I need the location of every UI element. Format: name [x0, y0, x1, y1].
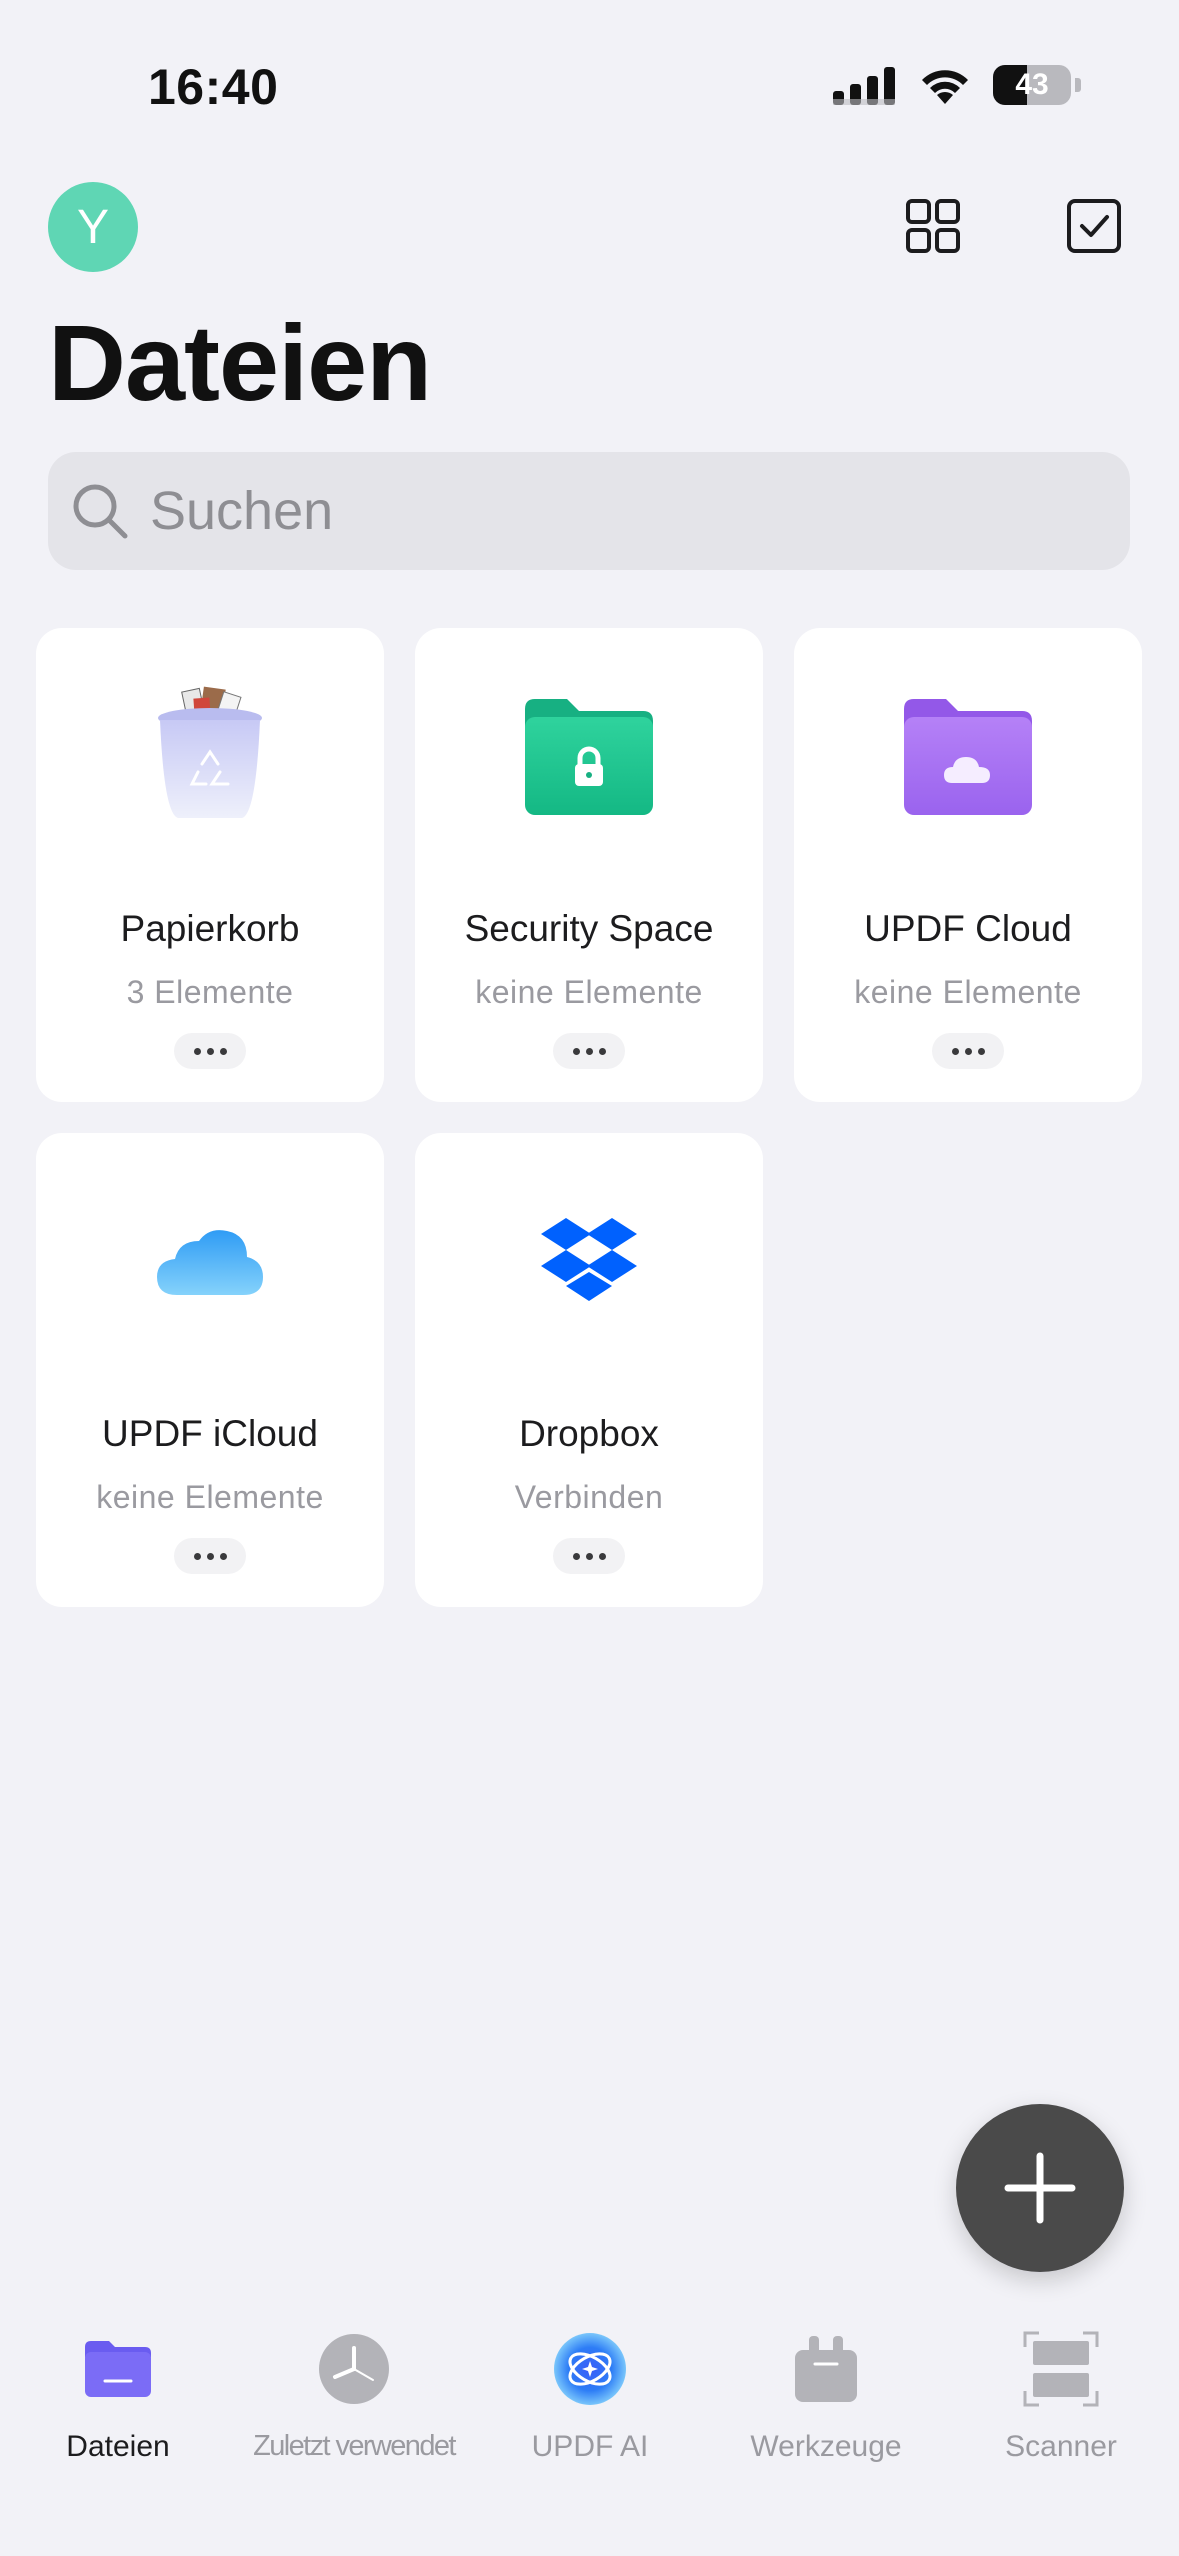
card-subtitle: keine Elemente: [854, 974, 1082, 1010]
card-title: Papierkorb: [120, 908, 300, 949]
card-subtitle: keine Elemente: [96, 1479, 324, 1515]
card-subtitle: keine Elemente: [475, 974, 703, 1010]
lock-folder-icon: [525, 699, 653, 815]
ai-icon: [554, 2333, 626, 2405]
tab-label: Dateien: [66, 2430, 170, 2463]
avatar-letter: Y: [76, 200, 109, 254]
card-title: Security Space: [464, 908, 714, 949]
tab-scanner[interactable]: Scanner: [943, 2326, 1179, 2496]
status-time: 16:40: [148, 59, 279, 115]
card-title: UPDF iCloud: [102, 1413, 318, 1454]
status-icons: 43: [833, 64, 1081, 106]
tab-updf-ai[interactable]: UPDF AI: [472, 2326, 708, 2496]
scanner-icon: [1023, 2331, 1099, 2407]
card-security-space[interactable]: Security Space keine Elemente: [415, 628, 763, 1102]
toolbox-icon: [795, 2336, 857, 2402]
search-bar[interactable]: [48, 452, 1130, 570]
more-button[interactable]: [932, 1033, 1004, 1069]
card-title: UPDF Cloud: [864, 908, 1072, 949]
wifi-icon: [922, 70, 968, 104]
grid-icon: [906, 199, 960, 253]
tab-label: Werkzeuge: [750, 2430, 902, 2463]
tab-label: Zuletzt verwendet: [253, 2430, 456, 2462]
more-button[interactable]: [553, 1538, 625, 1574]
tab-files[interactable]: Dateien: [0, 2326, 236, 2496]
battery-level: 43: [1015, 68, 1049, 101]
select-button[interactable]: [1064, 196, 1124, 256]
card-updf-cloud[interactable]: UPDF Cloud keine Elemente: [794, 628, 1142, 1102]
card-subtitle: 3 Elemente: [126, 974, 294, 1010]
card-subtitle: Verbinden: [514, 1479, 664, 1515]
grid-view-button[interactable]: [903, 196, 963, 256]
dropbox-icon: [541, 1218, 637, 1301]
cellular-signal-icon: [833, 67, 895, 105]
search-input[interactable]: [150, 480, 1050, 542]
more-button[interactable]: [174, 1538, 246, 1574]
tab-recent[interactable]: Zuletzt verwendet: [236, 2326, 472, 2496]
icloud-icon: [157, 1230, 263, 1295]
trash-icon: [158, 686, 262, 818]
tab-label: UPDF AI: [531, 2430, 649, 2463]
tab-tools[interactable]: Werkzeuge: [708, 2326, 944, 2496]
more-button[interactable]: [174, 1033, 246, 1069]
plus-icon: [1004, 2152, 1076, 2224]
battery-indicator: 43: [993, 65, 1071, 105]
card-trash[interactable]: Papierkorb 3 Elemente: [36, 628, 384, 1102]
cloud-folder-icon: [904, 699, 1032, 815]
clock-icon: [319, 2334, 389, 2404]
avatar[interactable]: Y: [48, 182, 138, 272]
card-updf-icloud[interactable]: UPDF iCloud keine Elemente: [36, 1133, 384, 1607]
add-button[interactable]: [956, 2104, 1124, 2272]
page-title: Dateien: [48, 302, 432, 423]
tab-label: Scanner: [1005, 2430, 1117, 2463]
more-button[interactable]: [553, 1033, 625, 1069]
folder-icon: [85, 2341, 151, 2397]
card-dropbox[interactable]: Dropbox Verbinden: [415, 1133, 763, 1607]
tab-bar: Dateien Zuletzt verwendet UPDF AI Werkze…: [0, 2310, 1179, 2556]
search-icon: [73, 484, 128, 539]
battery-cap: [1075, 78, 1081, 92]
card-title: Dropbox: [519, 1413, 659, 1454]
checkbox-icon: [1067, 199, 1121, 253]
